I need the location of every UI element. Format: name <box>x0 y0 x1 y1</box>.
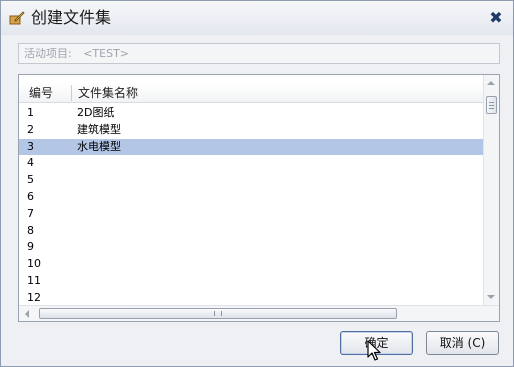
column-header-number[interactable]: 编号 <box>29 83 53 103</box>
vertical-scrollbar[interactable] <box>483 75 499 307</box>
row-number: 1 <box>27 106 34 119</box>
table-row[interactable]: 3 水电模型 <box>19 138 483 156</box>
horizontal-scroll-thumb[interactable] <box>39 308 397 319</box>
row-number: 9 <box>27 240 34 254</box>
horizontal-scrollbar[interactable] <box>19 305 499 321</box>
row-number: 8 <box>27 223 34 237</box>
row-number: 5 <box>27 173 34 187</box>
scroll-up-arrow-icon[interactable] <box>487 81 495 85</box>
row-number: 2 <box>27 122 34 136</box>
table-row[interactable]: 6 <box>19 189 483 206</box>
row-fileset-name: 水电模型 <box>77 139 121 153</box>
active-project-label: 活动项目: <box>24 47 72 60</box>
table-row[interactable]: 2 建筑模型 <box>19 122 483 139</box>
table-body: 1 2D图纸 2 建筑模型 3 水电模型 4 5 6 7 8 9 10 11 12 <box>19 105 483 307</box>
scroll-down-arrow-icon[interactable] <box>487 295 495 299</box>
title-bar: 创建文件集 ✖ <box>1 1 513 35</box>
row-number: 7 <box>27 206 34 220</box>
pencil-folder-icon <box>9 11 25 25</box>
row-fileset-name: 建筑模型 <box>77 122 121 136</box>
row-number: 3 <box>27 139 34 153</box>
table-row[interactable]: 8 <box>19 223 483 240</box>
table-row[interactable]: 7 <box>19 206 483 223</box>
grip-line <box>489 108 494 109</box>
cancel-button[interactable]: 取消 (C) <box>426 331 499 355</box>
table-row[interactable]: 5 <box>19 172 483 189</box>
table-row[interactable]: 10 <box>19 256 483 273</box>
close-icon[interactable]: ✖ <box>489 10 503 26</box>
create-fileset-dialog: 创建文件集 ✖ 活动项目: <TEST> 编号 文件集名称 1 2D图纸 2 建筑模型… <box>0 0 514 367</box>
column-divider[interactable] <box>71 85 72 101</box>
dialog-title: 创建文件集 <box>31 8 112 27</box>
fileset-table: 编号 文件集名称 1 2D图纸 2 建筑模型 3 水电模型 4 5 6 7 8 9 10 11 12 <box>18 74 500 322</box>
row-number: 4 <box>27 156 34 170</box>
row-number: 10 <box>27 257 41 271</box>
mouse-pointer-icon <box>367 340 381 361</box>
row-number: 11 <box>27 273 41 287</box>
table-row[interactable]: 4 <box>19 155 483 172</box>
vertical-scroll-thumb[interactable] <box>486 96 497 114</box>
row-fileset-name: 2D图纸 <box>77 106 115 119</box>
row-number: 6 <box>27 189 34 203</box>
table-row[interactable]: 9 <box>19 239 483 256</box>
grip-icon <box>214 311 222 316</box>
table-header: 编号 文件集名称 <box>19 83 485 103</box>
grip-line <box>489 105 494 106</box>
column-header-fileset-name[interactable]: 文件集名称 <box>78 83 138 103</box>
table-row[interactable]: 1 2D图纸 <box>19 105 483 122</box>
table-row[interactable]: 11 <box>19 273 483 290</box>
scroll-left-arrow-icon[interactable] <box>25 310 29 318</box>
grip-line <box>489 102 494 103</box>
active-project-field: 活动项目: <TEST> <box>18 43 500 64</box>
active-project-value: <TEST> <box>83 47 130 60</box>
